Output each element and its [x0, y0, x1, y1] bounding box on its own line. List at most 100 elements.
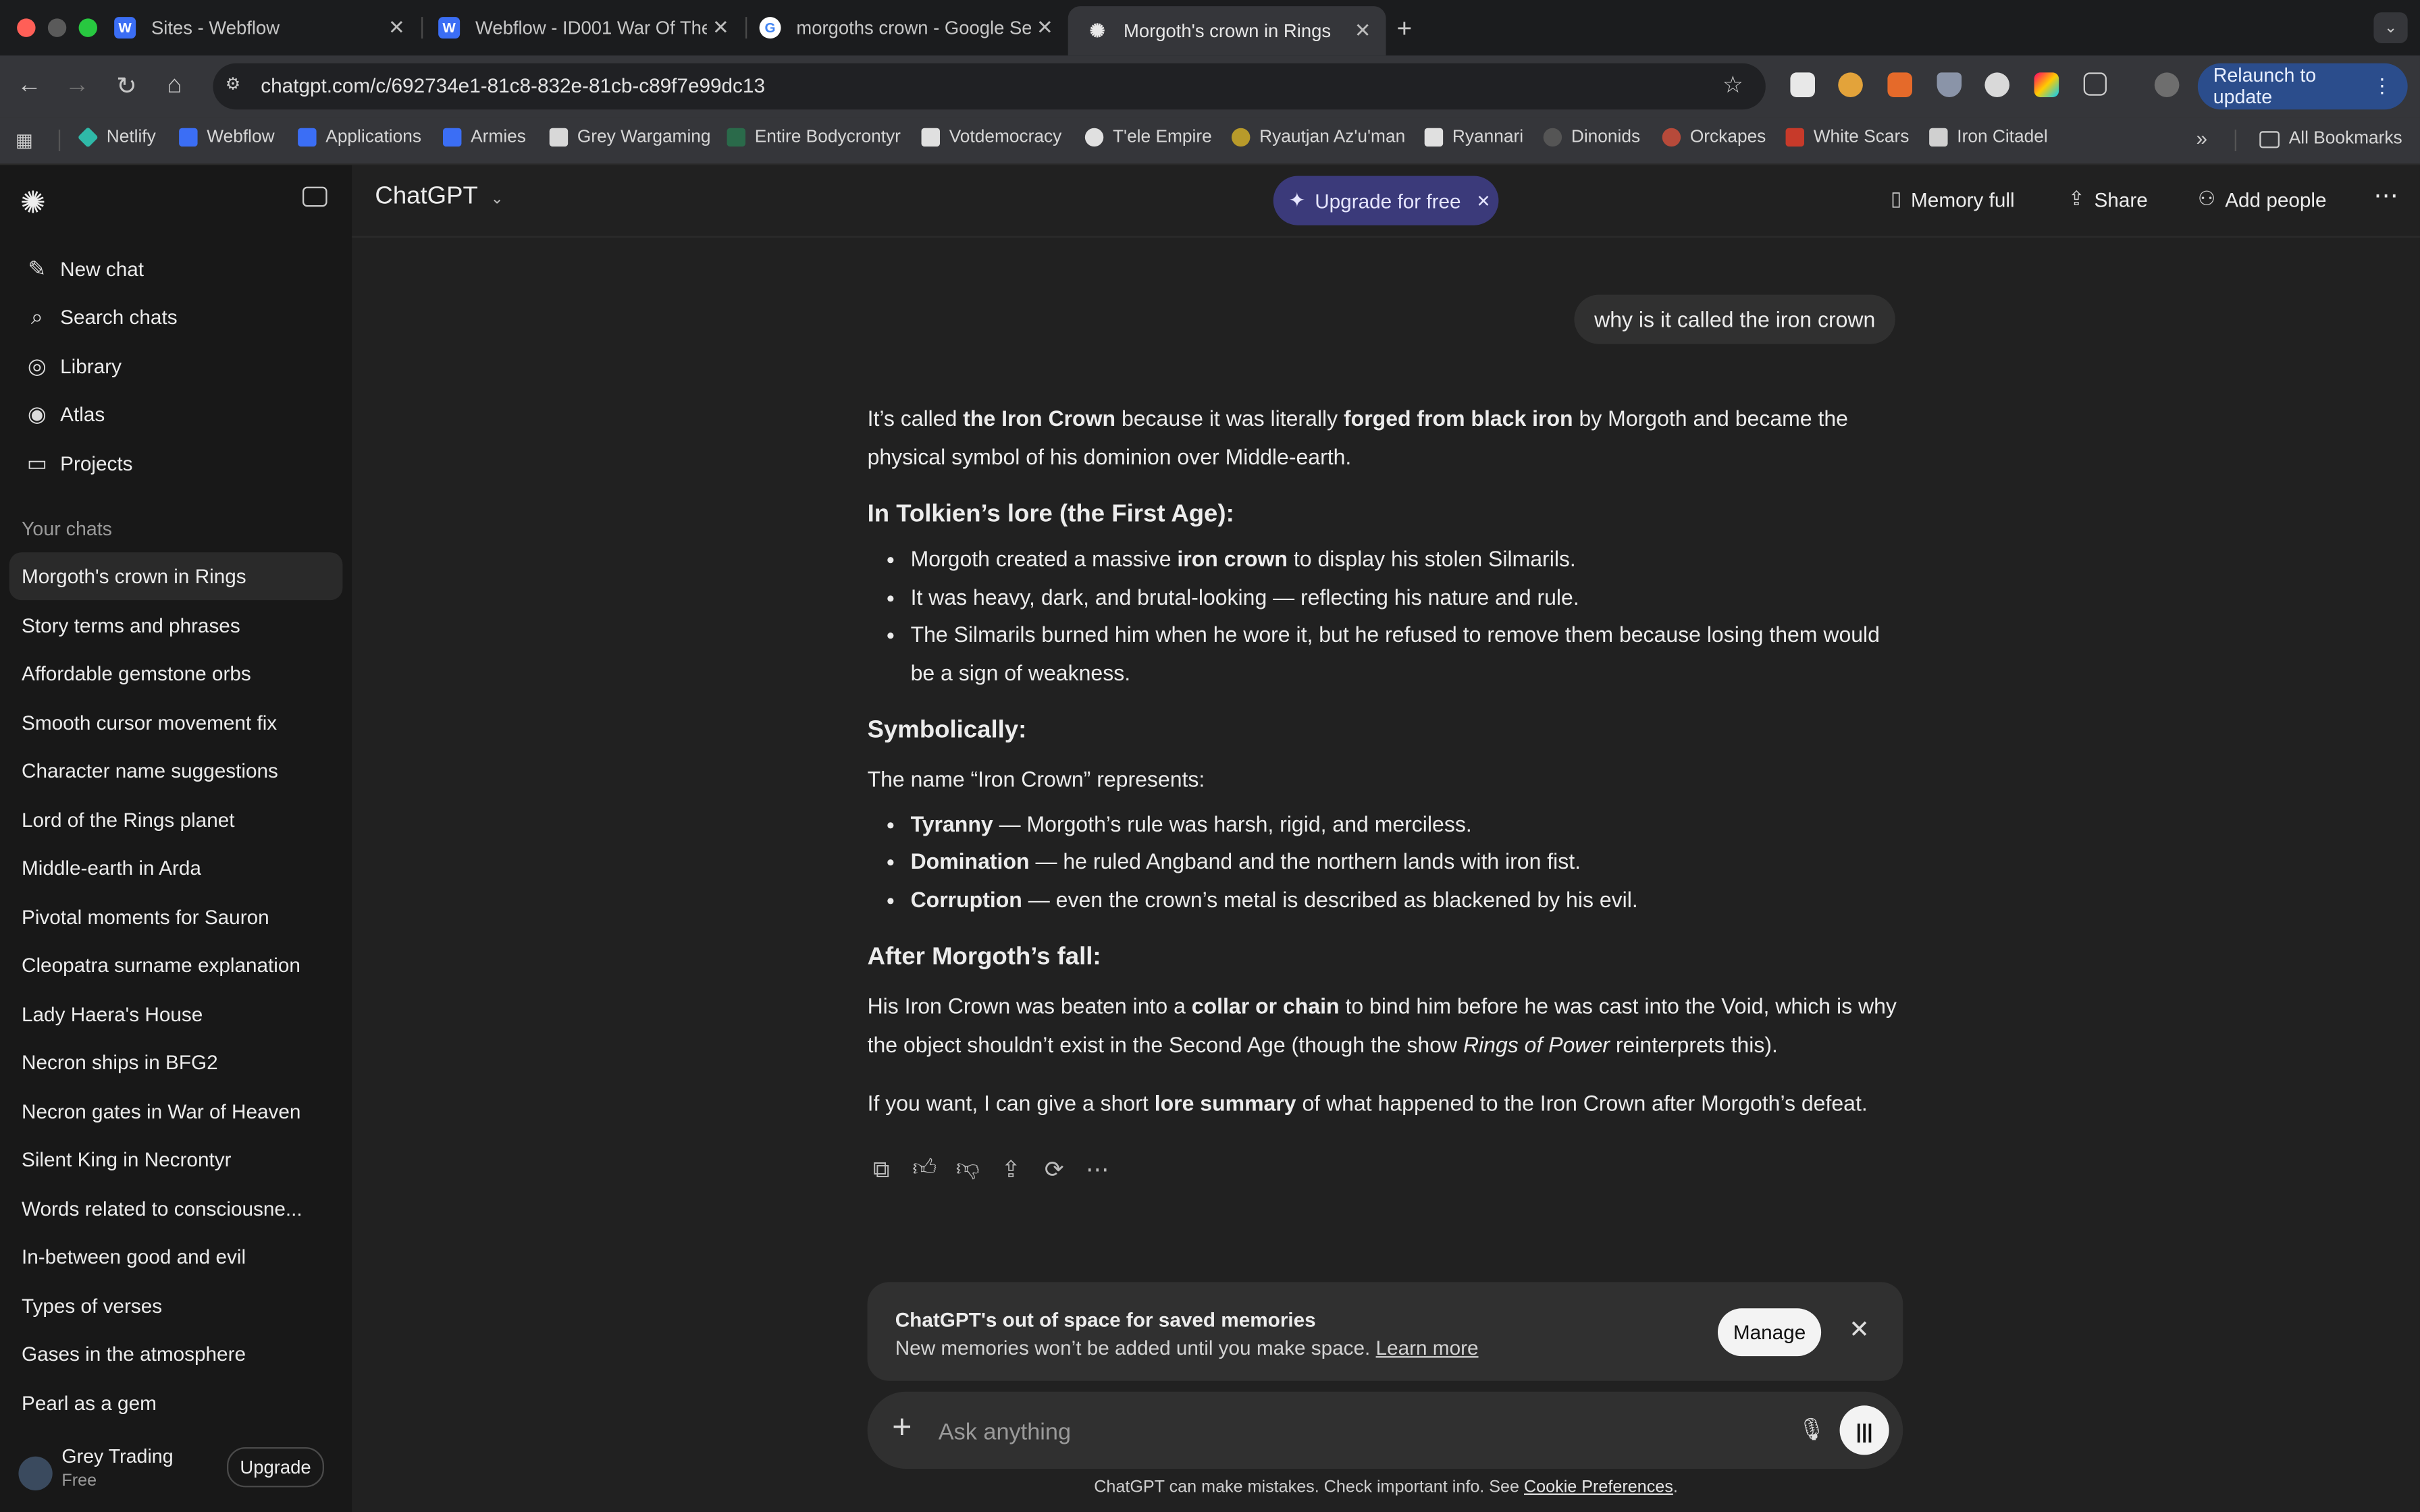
- all-bookmarks-button[interactable]: All Bookmarks: [2259, 128, 2402, 148]
- search-chats-button[interactable]: ⌕ Search chats: [9, 293, 343, 341]
- chat-item[interactable]: Middle-earth in Arda: [9, 844, 343, 892]
- site-info-icon[interactable]: ⚙: [226, 74, 241, 94]
- close-tab-icon[interactable]: ✕: [707, 16, 735, 40]
- tab-search-icon[interactable]: ⌄: [2373, 12, 2408, 43]
- microphone-icon[interactable]: 🎙︎: [1798, 1416, 1826, 1442]
- home-icon[interactable]: ⌂: [156, 68, 193, 105]
- copy-icon[interactable]: ⧉: [868, 1156, 895, 1183]
- address-bar[interactable]: ⚙ chatgpt.com/c/692734e1-81c8-832e-81cb-…: [213, 63, 1766, 110]
- chat-item[interactable]: Silent King in Necrontyr: [9, 1135, 343, 1183]
- memory-icon: ▯: [1890, 186, 1902, 210]
- chat-item[interactable]: Words related to consciousne...: [9, 1185, 343, 1233]
- chat-item[interactable]: Types of verses: [9, 1282, 343, 1330]
- bookmarks-overflow-icon[interactable]: »: [2197, 126, 2208, 149]
- bookmark-item[interactable]: Ryautjan Az'u'man: [1231, 128, 1405, 147]
- bookmark-item[interactable]: T'ele Empire: [1084, 128, 1212, 147]
- library-button[interactable]: ◎ Library: [9, 342, 343, 390]
- chat-item-active[interactable]: Morgoth's crown in Rings: [9, 552, 343, 601]
- more-options-icon[interactable]: ⋯: [2373, 180, 2398, 211]
- thumbs-down-icon[interactable]: 👎︎: [954, 1156, 982, 1183]
- chat-item[interactable]: Lord of the Rings planet: [9, 796, 343, 844]
- qr-extension-icon[interactable]: [1790, 72, 1815, 97]
- bookmark-item[interactable]: Entire Bodycrontyr: [727, 128, 901, 147]
- person-extension-icon[interactable]: [1838, 72, 1863, 97]
- bookmark-item[interactable]: Votdemocracy: [921, 128, 1061, 147]
- bookmark-item[interactable]: Netlify: [77, 126, 156, 148]
- chat-item[interactable]: Cleopatra surname explanation: [9, 941, 343, 989]
- bookmark-item[interactable]: White Scars: [1785, 128, 1909, 147]
- color-picker-extension-icon[interactable]: [2034, 72, 2059, 97]
- browser-tab-active[interactable]: ✺ Morgoth's crown in Rings ✕: [1068, 6, 1386, 56]
- site-icon: [921, 128, 940, 147]
- bookmark-item[interactable]: Applications: [298, 128, 421, 147]
- chat-item[interactable]: Lady Haera's House: [9, 990, 343, 1038]
- chat-item[interactable]: Necron gates in War of Heaven: [9, 1087, 343, 1135]
- chat-item[interactable]: Character name suggestions: [9, 747, 343, 794]
- bookmark-item[interactable]: Grey Wargaming: [549, 128, 711, 147]
- close-tab-icon[interactable]: ✕: [383, 16, 411, 40]
- add-people-button[interactable]: ⚇ Add people: [2198, 187, 2327, 212]
- back-icon[interactable]: ←: [11, 68, 48, 105]
- close-icon[interactable]: ✕: [1849, 1314, 1870, 1345]
- chat-item[interactable]: Pivotal moments for Sauron: [9, 893, 343, 941]
- extensions-puzzle-icon[interactable]: [2083, 72, 2107, 96]
- shield-extension-icon[interactable]: [1937, 72, 1962, 97]
- chatgpt-logo-icon[interactable]: ✺: [20, 184, 46, 222]
- maximize-window-button[interactable]: [78, 18, 97, 37]
- bookmark-item[interactable]: Iron Citadel: [1929, 128, 2048, 147]
- chat-item[interactable]: Smooth cursor movement fix: [9, 699, 343, 747]
- upgrade-for-free-button[interactable]: ✦ Upgrade for free ✕: [1273, 176, 1499, 225]
- minimize-window-button[interactable]: [47, 18, 67, 37]
- url-text[interactable]: chatgpt.com/c/692734e1-81c8-832e-81cb-c8…: [261, 74, 765, 97]
- thumbs-up-icon[interactable]: 👍︎: [911, 1156, 939, 1183]
- share-button[interactable]: ⇪ Share: [2068, 187, 2148, 212]
- message-input[interactable]: [935, 1411, 1714, 1452]
- toggle-sidebar-icon[interactable]: [302, 186, 327, 207]
- site-icon: [549, 128, 569, 147]
- browser-tab[interactable]: W Webflow - ID001 War Of The ✕: [420, 6, 744, 49]
- more-options-icon[interactable]: ⋯: [1084, 1156, 1111, 1183]
- chat-item[interactable]: Affordable gemstone orbs: [9, 649, 343, 697]
- projects-button[interactable]: ▭ Projects: [9, 439, 343, 487]
- fox-extension-icon[interactable]: [1887, 72, 1912, 97]
- chat-item[interactable]: Pearl as a gem: [9, 1379, 343, 1427]
- forward-icon[interactable]: →: [59, 68, 96, 105]
- chat-item[interactable]: Gases in the atmosphere: [9, 1330, 343, 1378]
- close-window-button[interactable]: [17, 18, 36, 37]
- memory-full-button[interactable]: ▯ Memory full: [1891, 187, 2015, 212]
- bookmark-item[interactable]: Webflow: [179, 128, 275, 147]
- list-item: Tyranny — Morgoth’s rule was harsh, rigi…: [911, 805, 1905, 842]
- upgrade-button[interactable]: Upgrade: [226, 1447, 324, 1488]
- cookie-preferences-link[interactable]: Cookie Preferences: [1524, 1478, 1673, 1496]
- bookmark-star-icon[interactable]: ☆: [1722, 71, 1743, 99]
- apps-grid-icon[interactable]: ▦: [16, 130, 33, 151]
- atlas-button[interactable]: ◉ Atlas: [9, 390, 343, 438]
- browser-tab[interactable]: W Sites - Webflow ✕: [96, 6, 420, 49]
- close-tab-icon[interactable]: ✕: [1031, 16, 1059, 40]
- browser-tabbar: W Sites - Webflow ✕ W Webflow - ID001 Wa…: [0, 0, 2420, 56]
- new-tab-icon[interactable]: +: [1397, 14, 1413, 45]
- bookmark-item[interactable]: Dinonids: [1543, 128, 1640, 147]
- close-icon[interactable]: ✕: [1476, 190, 1490, 211]
- bookmark-item[interactable]: Armies: [442, 128, 526, 147]
- browser-tab[interactable]: G morgoths crown - Google Sea ✕: [741, 6, 1068, 49]
- camera-extension-icon[interactable]: [1984, 72, 2009, 97]
- chat-item[interactable]: Story terms and phrases: [9, 601, 343, 649]
- add-attachment-icon[interactable]: +: [892, 1408, 912, 1446]
- relaunch-to-update-button[interactable]: Relaunch to update ⋮: [2197, 63, 2408, 110]
- new-chat-button[interactable]: ✎ New chat: [9, 245, 343, 293]
- chat-item[interactable]: In-between good and evil: [9, 1233, 343, 1280]
- regenerate-icon[interactable]: ⟳: [1041, 1156, 1068, 1183]
- learn-more-link[interactable]: Learn more: [1376, 1336, 1479, 1359]
- user-profile[interactable]: Grey Trading Free Upgrade: [0, 1429, 352, 1512]
- reload-icon[interactable]: ↻: [108, 68, 145, 105]
- profile-avatar-icon[interactable]: [2154, 72, 2180, 97]
- bookmark-item[interactable]: Ryannari: [1424, 128, 1523, 147]
- manage-button[interactable]: Manage: [1717, 1308, 1822, 1357]
- share-icon[interactable]: ⇪: [997, 1156, 1025, 1183]
- bookmark-item[interactable]: Orckapes: [1662, 128, 1766, 147]
- close-tab-icon[interactable]: ✕: [1349, 18, 1377, 43]
- voice-mode-button[interactable]: |||: [1839, 1405, 1889, 1455]
- chat-item[interactable]: Necron ships in BFG2: [9, 1038, 343, 1086]
- model-selector[interactable]: ChatGPT ⌄: [375, 184, 503, 211]
